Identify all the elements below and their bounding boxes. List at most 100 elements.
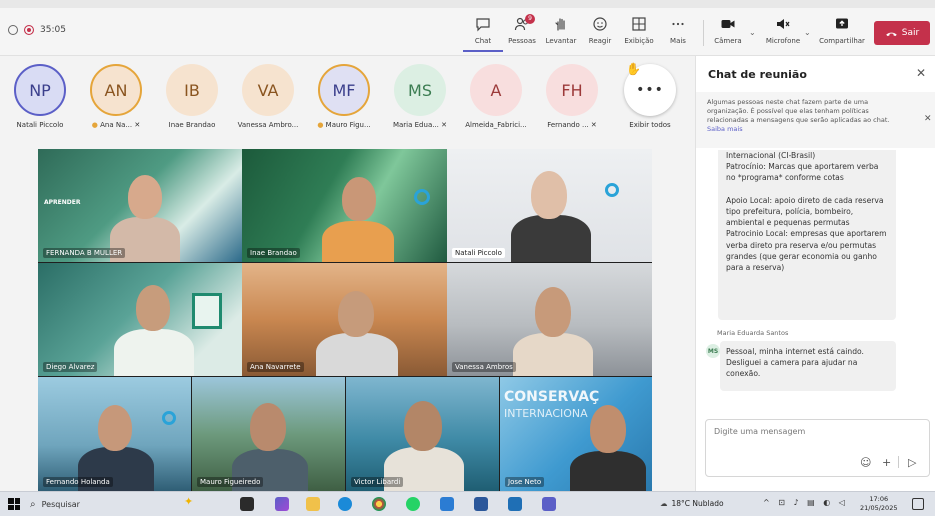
taskbar-clock[interactable]: 17:06 21/05/2025: [860, 495, 897, 513]
video-tile[interactable]: Ana Navarrete: [242, 263, 447, 376]
emoji-icon[interactable]: ☺: [860, 456, 871, 469]
person-face: [98, 405, 132, 451]
whatsapp-icon[interactable]: [406, 497, 420, 511]
participant-avatar[interactable]: FH Fernando ... ✕: [534, 64, 610, 129]
app-icon[interactable]: [508, 497, 522, 511]
message-sender: Maria Eduarda Santos: [717, 329, 789, 337]
raise-hand-button[interactable]: Levantar: [541, 12, 581, 52]
video-tile-label: Vanessa Ambros: [452, 362, 516, 372]
chrome-icon[interactable]: [372, 497, 386, 511]
learn-more-link[interactable]: Saiba mais: [707, 125, 743, 133]
aprender-logo: APRENDER: [44, 199, 81, 206]
hang-up-icon: [886, 32, 897, 36]
people-button[interactable]: 9 Pessoas: [502, 12, 542, 52]
video-tile-label: Ana Navarrete: [247, 362, 304, 372]
participant-avatar[interactable]: MF ● Mauro Figu...: [306, 64, 382, 129]
video-tile[interactable]: Inae Brandao: [242, 149, 447, 262]
more-button[interactable]: Mais: [658, 12, 698, 52]
chat-message: Internacional (CI-Brasil) Patrocínio: Ma…: [718, 150, 896, 320]
video-tile[interactable]: Diego Alvarez: [38, 263, 242, 376]
video-tile-label: Inae Brandao: [247, 248, 300, 258]
dismiss-notice-icon[interactable]: ✕: [924, 114, 932, 124]
video-tile-label: Natali Piccolo: [452, 248, 505, 258]
system-tray[interactable]: ^ ⊡ ♪ ▤ ◐ ◁: [763, 498, 848, 507]
chat-message: Pessoal, minha internet está caindo. Des…: [720, 341, 896, 391]
meeting-toolbar: 35:05 Chat 9 Pessoas Levantar Reagir Exi…: [0, 8, 935, 56]
person-face: [136, 285, 170, 331]
person-body: [513, 333, 593, 376]
participant-avatar[interactable]: VA Vanessa Ambro...: [230, 64, 306, 129]
avatar: AN: [90, 64, 142, 116]
hand-icon: [555, 18, 565, 31]
word-icon[interactable]: [474, 497, 488, 511]
window-top-strip: [0, 0, 935, 8]
weather-widget[interactable]: ☁ 18°C Nublado: [660, 499, 724, 508]
person-body: [322, 221, 394, 262]
video-tile-label: FERNANDA B MULLER: [43, 248, 126, 258]
microphone-icon: [777, 19, 790, 29]
share-button[interactable]: Compartilhar: [819, 12, 865, 52]
edge-icon[interactable]: [338, 497, 352, 511]
internacional-banner: INTERNACIONA: [504, 407, 588, 420]
leave-button[interactable]: Sair: [874, 21, 930, 45]
person-face: [128, 175, 162, 219]
video-tile-label: Diego Alvarez: [43, 362, 98, 372]
show-all-participants-button[interactable]: ••• Exibir todos: [612, 64, 688, 129]
microphone-button[interactable]: Microfone: [763, 12, 803, 52]
avatar: MF: [318, 64, 370, 116]
video-tile[interactable]: Vanessa Ambros: [447, 263, 652, 376]
task-view-icon[interactable]: [240, 497, 254, 511]
person-face: [404, 401, 442, 451]
sparkle-icon[interactable]: ✦: [184, 495, 198, 509]
cloud-icon: ☁: [660, 499, 668, 508]
microphone-options-chevron-icon[interactable]: ⌄: [804, 28, 811, 37]
camera-button[interactable]: Câmera: [708, 12, 748, 52]
video-tile[interactable]: APRENDER FERNANDA B MULLER: [38, 149, 242, 262]
participant-avatar[interactable]: AN ● Ana Na... ✕: [78, 64, 154, 129]
taskbar-search[interactable]: ⌕ Pesquisar: [30, 495, 170, 513]
participant-name: Natali Piccolo: [16, 121, 64, 129]
participant-avatar[interactable]: A Almeida_Fabrici...: [458, 64, 534, 129]
avatar: NP: [14, 64, 66, 116]
participant-avatar[interactable]: IB Inae Brandao: [154, 64, 230, 129]
avatar: IB: [166, 64, 218, 116]
participant-name: ● Mauro Figu...: [317, 121, 371, 129]
camera-options-chevron-icon[interactable]: ⌄: [749, 28, 756, 37]
search-label: Pesquisar: [41, 499, 80, 509]
participant-avatar[interactable]: NP Natali Piccolo: [2, 64, 78, 129]
raised-hand-icon: ✋: [626, 62, 641, 76]
video-tile[interactable]: Fernando Holanda: [38, 377, 191, 491]
outlook-icon[interactable]: [440, 497, 454, 511]
message-compose-box[interactable]: ☺ + ▷: [705, 419, 930, 477]
participant-avatar[interactable]: MS Maria Edua... ✕: [382, 64, 458, 129]
message-input[interactable]: [714, 427, 914, 436]
video-tile[interactable]: Victor Libardi: [346, 377, 499, 491]
person-face: [535, 287, 571, 337]
video-grid: APRENDER FERNANDA B MULLER Inae Brandao …: [38, 149, 652, 491]
meeting-chat-panel: Chat de reunião ✕ Algumas pessoas neste …: [695, 56, 935, 491]
video-tile[interactable]: Mauro Figueiredo: [192, 377, 345, 491]
avatar: A: [470, 64, 522, 116]
video-tile[interactable]: CONSERVAÇ INTERNACIONA Jose Neto: [500, 377, 652, 491]
person-face: [250, 403, 286, 451]
send-icon[interactable]: ▷: [908, 456, 916, 469]
hand-raised-icon: ●: [317, 121, 324, 129]
avatar: VA: [242, 64, 294, 116]
muted-mic-icon: ✕: [590, 121, 597, 129]
chat-button[interactable]: Chat: [463, 12, 503, 52]
hand-raised-icon: ●: [91, 121, 98, 129]
react-button[interactable]: Reagir: [580, 12, 620, 52]
video-tile[interactable]: Natali Piccolo: [447, 149, 652, 262]
close-icon[interactable]: ✕: [916, 66, 926, 80]
ci-logo-icon: [162, 411, 176, 425]
windows-taskbar: ⌕ Pesquisar ✦ ☁ 18°C Nublado ^ ⊡ ♪ ▤ ◐ ◁…: [0, 491, 935, 516]
participant-name: Fernando ... ✕: [547, 121, 597, 129]
view-button[interactable]: Exibição: [619, 12, 659, 52]
copilot-icon[interactable]: [275, 497, 289, 511]
teams-icon[interactable]: [542, 497, 556, 511]
plus-icon[interactable]: +: [882, 456, 891, 469]
windows-start-icon[interactable]: [8, 498, 20, 510]
video-tile-label: Mauro Figueiredo: [197, 477, 264, 487]
file-explorer-icon[interactable]: [306, 497, 320, 511]
notifications-icon[interactable]: [912, 498, 924, 510]
